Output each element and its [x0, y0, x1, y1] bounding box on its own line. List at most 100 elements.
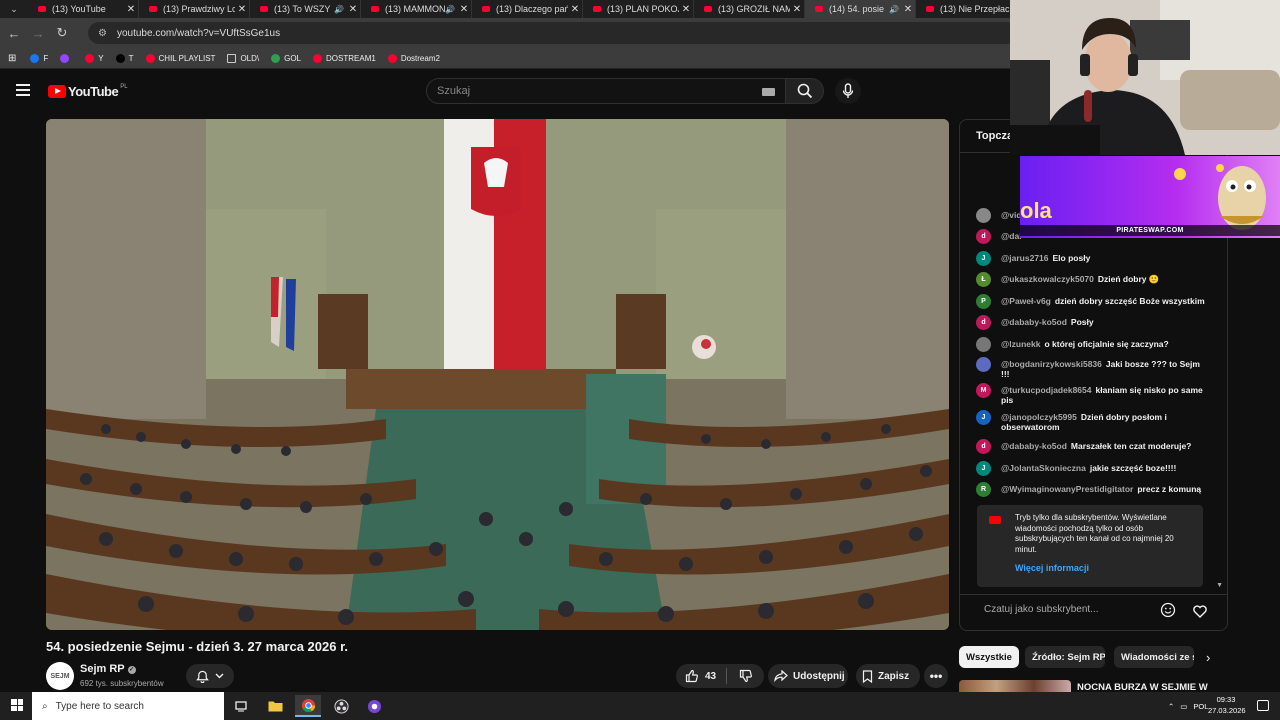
chat-author[interactable]: @janopolczyk5995 [1001, 412, 1077, 422]
chat-avatar[interactable]: J [976, 251, 991, 266]
forward-icon[interactable]: → [26, 26, 50, 41]
recommended-title[interactable]: NOCNA BURZA W SEJMIE W [1077, 682, 1208, 693]
task-view-icon[interactable] [228, 695, 254, 717]
close-tab-icon[interactable]: ✕ [235, 4, 249, 15]
more-actions-button[interactable]: ••• [924, 664, 948, 688]
chat-author[interactable]: @bogdanirzykowski5836 [1001, 359, 1102, 369]
keyboard-icon[interactable] [762, 88, 775, 96]
channel-avatar[interactable]: SEJM [46, 662, 74, 690]
filter-chip[interactable]: Wiadomości ze ś [1114, 646, 1194, 668]
chat-author[interactable]: @ukaszkowalczyk5070 [1001, 274, 1094, 284]
browser-tab[interactable]: (13) MAMMON - I🔊✕ [361, 0, 472, 18]
chat-author[interactable]: @vid [1001, 210, 1022, 220]
chat-author[interactable]: @WyimaginowanyPrestidigitator [1001, 484, 1133, 494]
search-input[interactable] [437, 85, 757, 97]
bookmark-item[interactable] [60, 53, 73, 63]
like-button[interactable]: 43 [676, 664, 764, 688]
channel-name[interactable]: Sejm RP ✓ [80, 663, 136, 675]
browser-tab[interactable]: (14) 54. posie 🔊 ✕ [805, 0, 916, 18]
obs-icon[interactable] [328, 695, 354, 717]
chat-author[interactable]: @Paweł-v6g [1001, 296, 1051, 306]
emoji-icon[interactable] [1160, 602, 1176, 618]
chat-author[interactable]: @jarus2716 [1001, 253, 1049, 263]
close-tab-icon[interactable]: ✕ [679, 4, 693, 15]
chat-author[interactable]: @dababy-ko5od [1001, 441, 1067, 451]
chat-avatar[interactable]: P [976, 294, 991, 309]
more-info-link[interactable]: Więcej informacji [1015, 563, 1195, 574]
browser-tab[interactable]: (13) YouTube ✕ [28, 0, 139, 18]
tray-overflow-icon[interactable]: ⌃ [1168, 702, 1174, 711]
url-field[interactable]: ⚙ youtube.com/watch?v=VUftSsGe1us [88, 22, 1018, 44]
filter-chip[interactable]: Wszystkie [959, 646, 1019, 668]
bookmark-item[interactable]: OLD\ [227, 53, 259, 63]
recommended-thumbnail[interactable] [959, 680, 1071, 692]
notifications-button[interactable] [186, 664, 234, 688]
bookmark-item[interactable]: F [30, 53, 48, 63]
youtube-logo[interactable]: YouTube PL [48, 84, 128, 99]
voice-search-button[interactable] [835, 78, 861, 104]
chat-author[interactable]: @JolantaSkonieczna [1001, 463, 1086, 473]
chat-avatar[interactable]: d [976, 315, 991, 330]
chat-avatar[interactable]: Ł [976, 272, 991, 287]
close-tab-icon[interactable]: ✕ [901, 4, 915, 15]
back-icon[interactable]: ← [2, 26, 26, 41]
chat-avatar[interactable] [976, 337, 991, 352]
chat-avatar[interactable]: J [976, 410, 991, 425]
chat-author[interactable]: @turkucpodjadek8654 [1001, 385, 1092, 395]
chat-author[interactable]: @dal [1001, 231, 1022, 241]
network-icon[interactable]: ▭ [1180, 702, 1187, 711]
recommended-video[interactable]: NOCNA BURZA W SEJMIE W [959, 680, 1229, 693]
close-tab-icon[interactable]: ✕ [124, 4, 138, 15]
bookmark-item[interactable]: GOL [271, 53, 301, 63]
apps-icon[interactable]: ⊞ [8, 53, 16, 64]
browser-tab[interactable]: (13) GROZIŁ NAM ✕ [694, 0, 805, 18]
chat-avatar[interactable] [976, 208, 991, 223]
thumbs-down-icon[interactable] [739, 669, 753, 683]
windows-start-icon[interactable] [11, 699, 23, 711]
chat-avatar[interactable]: d [976, 439, 991, 454]
chat-author[interactable]: @dababy-ko5od [1001, 317, 1067, 327]
filter-chip[interactable]: Źródło: Sejm RP [1025, 646, 1105, 668]
heart-icon[interactable] [1191, 602, 1209, 620]
tab-search-icon[interactable]: ⌄ [0, 0, 28, 18]
browser-tab[interactable]: (13) Prawdziwy Lo ✕ [139, 0, 250, 18]
browser-tab[interactable]: (13) Dlaczego pań ✕ [472, 0, 583, 18]
speaker-icon[interactable]: 🔊 [889, 5, 899, 14]
search-button[interactable] [786, 78, 824, 104]
chat-avatar[interactable]: M [976, 383, 991, 398]
language-indicator[interactable]: POL [1193, 702, 1208, 711]
share-button[interactable]: Udostępnij [768, 664, 848, 688]
bookmark-item[interactable]: T [115, 53, 134, 63]
chat-avatar[interactable] [976, 357, 991, 372]
chrome-icon[interactable] [295, 695, 321, 717]
bookmark-item[interactable]: CHIL PLAYLIST [145, 53, 215, 63]
taskbar-search[interactable]: ⌕ Type here to search [32, 692, 224, 720]
bookmark-item[interactable]: Dostream2 [387, 53, 440, 63]
chevron-right-icon[interactable]: › [1206, 650, 1210, 665]
close-tab-icon[interactable]: ✕ [457, 4, 471, 15]
close-tab-icon[interactable]: ✕ [790, 4, 804, 15]
browser-tab[interactable]: (13) PLAN POKOJ ✕ [583, 0, 694, 18]
chat-avatar[interactable]: J [976, 461, 991, 476]
bookmark-item[interactable]: DOSTREAM1 [313, 53, 376, 63]
site-info-icon[interactable]: ⚙ [98, 28, 107, 39]
scroll-down-icon[interactable]: ▼ [1216, 582, 1223, 589]
bookmark-item[interactable]: Y [85, 53, 104, 63]
file-explorer-icon[interactable] [262, 695, 288, 717]
chat-input[interactable]: Czatuj jako subskrybent... [984, 604, 1099, 615]
close-tab-icon[interactable]: ✕ [568, 4, 582, 15]
browser-tab[interactable]: (13) To WSZY 🔊 ✕ [250, 0, 361, 18]
app-icon[interactable] [361, 695, 387, 717]
video-player[interactable] [46, 119, 949, 630]
menu-icon[interactable] [16, 84, 30, 96]
notification-center-icon[interactable] [1257, 700, 1269, 711]
speaker-icon[interactable]: 🔊 [445, 5, 455, 14]
reload-icon[interactable]: ↻ [50, 25, 74, 41]
chat-avatar[interactable]: d [976, 229, 991, 244]
chat-avatar[interactable]: R [976, 482, 991, 497]
system-clock[interactable]: 09:33 27.03.2026 [1208, 694, 1246, 716]
close-tab-icon[interactable]: ✕ [346, 4, 360, 15]
search-box[interactable] [426, 78, 786, 104]
chat-author[interactable]: @lzunekk [1001, 339, 1040, 349]
save-button[interactable]: Zapisz [856, 664, 920, 688]
